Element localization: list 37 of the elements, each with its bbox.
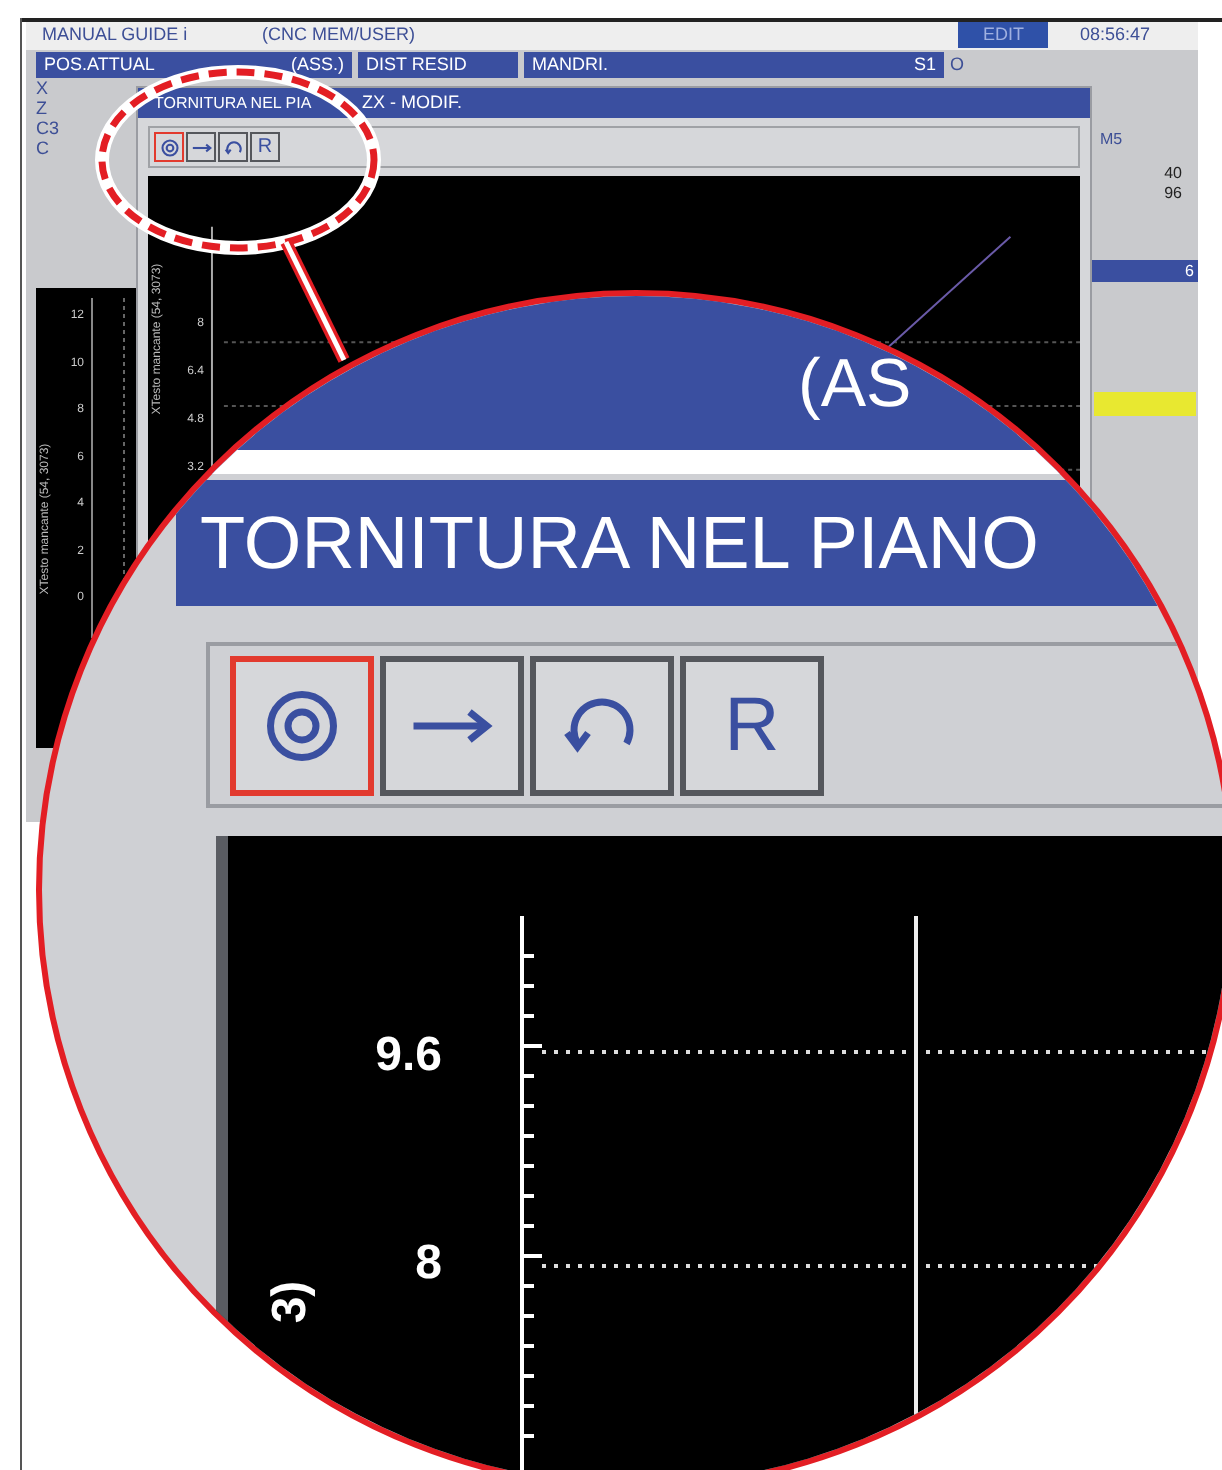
program-label: O: [950, 51, 965, 77]
position-unit: (ASS.): [290, 51, 344, 78]
toolbar-button[interactable]: [530, 655, 674, 796]
spindle-label: MANDRI.: [532, 51, 608, 77]
header-fragment: (AS: [798, 344, 912, 427]
dialog-title: TORNITURA NEL PIA: [154, 91, 314, 115]
info-bar: 6: [1092, 260, 1198, 282]
spindle-value: S1: [913, 51, 936, 77]
mode-label: (CNC MEM/USER): [262, 22, 417, 48]
dialog-title: TORNITURA NEL PIANO: [200, 500, 1039, 588]
axis-label: Z: [36, 98, 49, 118]
status-badge: EDIT: [958, 22, 1048, 49]
toolbar-button[interactable]: [218, 132, 248, 162]
tick-label: 9.6: [375, 1032, 442, 1080]
target-icon: [159, 137, 179, 157]
axis-label: C: [36, 138, 51, 158]
clock-time: 08:56:47: [1079, 22, 1150, 48]
screen-title: MANUAL GUIDE i: [42, 22, 190, 48]
position-label: POS.ATTUAL: [44, 51, 155, 77]
distance-header: DIST RESID: [358, 51, 518, 78]
toolbar-button[interactable]: R: [250, 132, 280, 162]
axis-label: X: [36, 78, 51, 98]
dialog-title: ZX - MODIF.: [362, 89, 462, 116]
value-text: 40: [1164, 164, 1182, 184]
toolbar-button[interactable]: [380, 655, 524, 796]
toolbar-button[interactable]: R: [680, 655, 824, 796]
tick-label: 8: [415, 1240, 442, 1288]
circular-arrow-icon: [223, 137, 243, 157]
m-code: M5: [1098, 128, 1125, 152]
value-text: 96: [1164, 184, 1182, 204]
toolbar-button[interactable]: [186, 132, 216, 162]
axis-title-fragment: 3): [260, 1280, 319, 1324]
toolbar-button[interactable]: [154, 132, 184, 162]
highlight-bar: [1094, 392, 1196, 416]
callout-connector: [280, 239, 350, 363]
axis-label: C3: [36, 118, 62, 138]
toolbar-button[interactable]: [230, 655, 374, 796]
